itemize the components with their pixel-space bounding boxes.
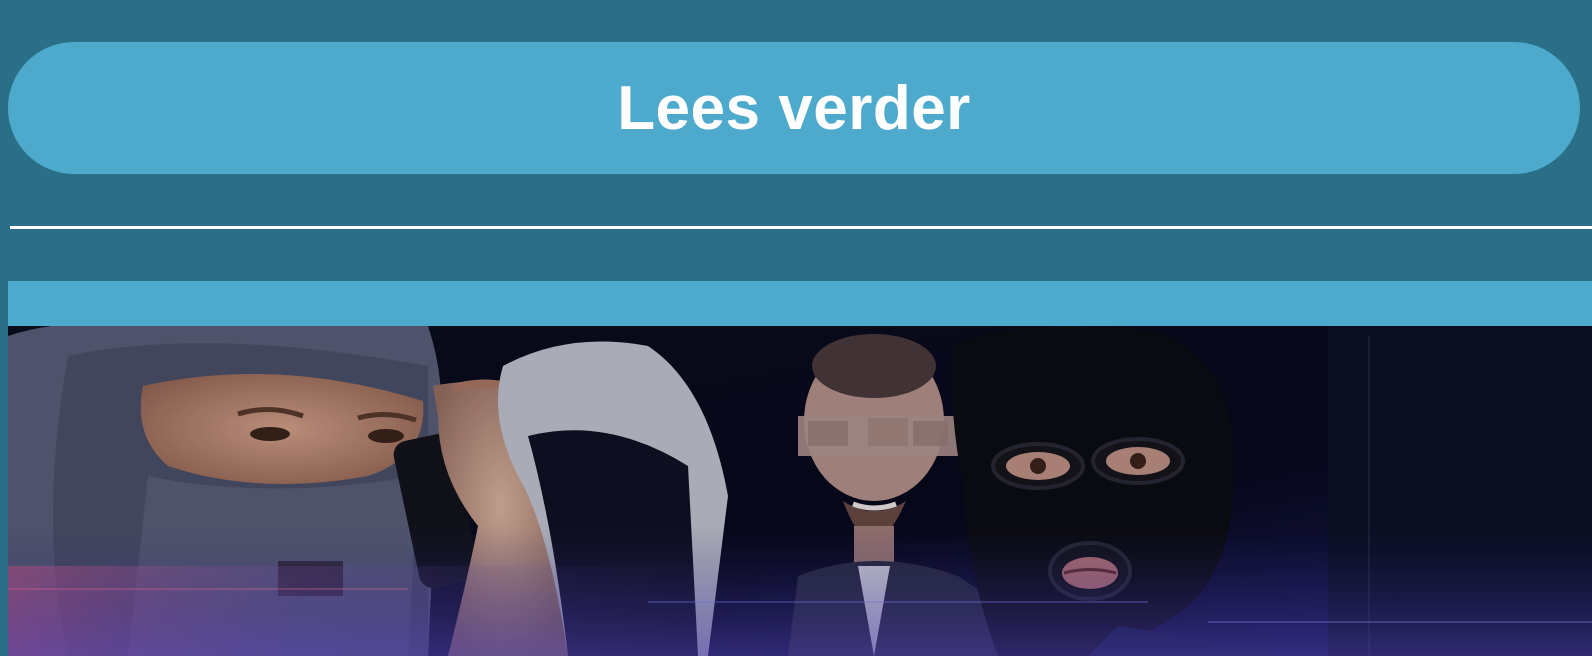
- photo-collage-masked-men-icon: [8, 326, 1592, 656]
- page: Lees verder: [0, 0, 1592, 656]
- article-hero-image[interactable]: [8, 326, 1592, 656]
- card-header-strip: [8, 281, 1592, 326]
- read-more-label: Lees verder: [617, 73, 971, 143]
- divider: [10, 226, 1592, 229]
- read-more-button[interactable]: Lees verder: [8, 42, 1580, 174]
- article-card[interactable]: [8, 281, 1592, 656]
